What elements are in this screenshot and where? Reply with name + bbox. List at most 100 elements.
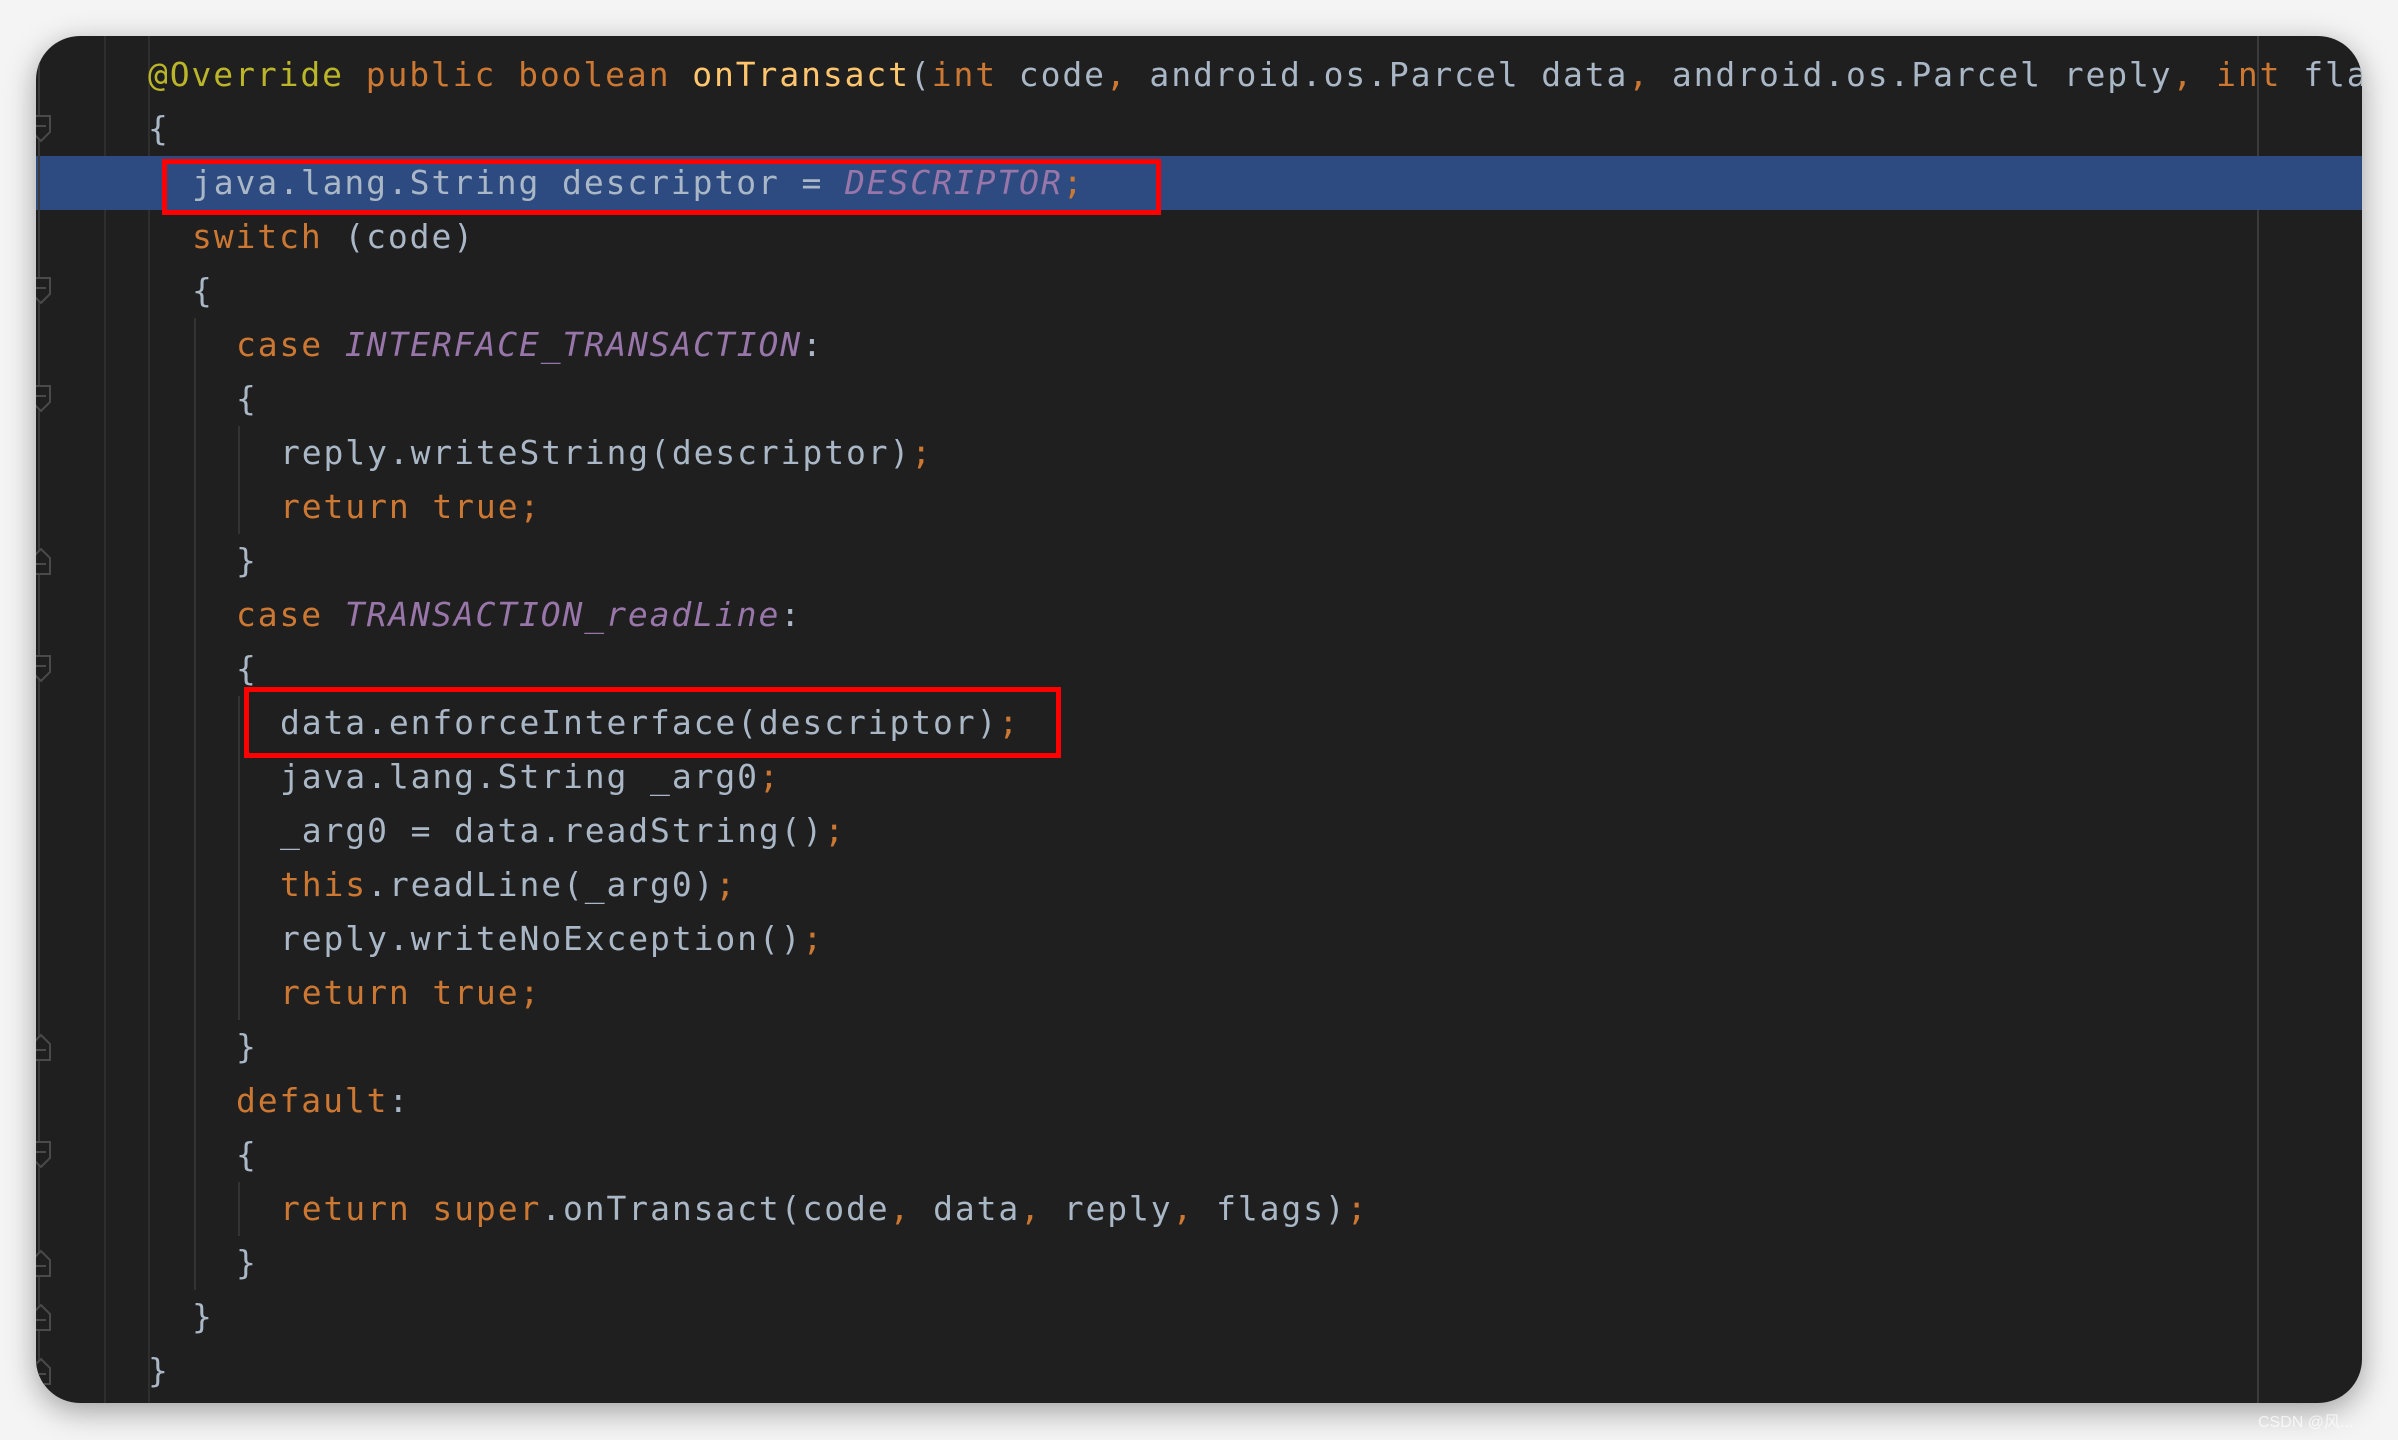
code-token: ; bbox=[824, 811, 846, 850]
fold-collapse-icon[interactable] bbox=[36, 276, 54, 306]
code-line[interactable]: } bbox=[36, 1344, 2362, 1398]
code-token: { bbox=[192, 271, 214, 310]
code-line[interactable]: } bbox=[36, 534, 2362, 588]
fold-end-icon[interactable] bbox=[36, 1302, 54, 1332]
code-text: reply.writeString(descriptor); bbox=[280, 426, 933, 480]
code-token: ; bbox=[1346, 1189, 1369, 1228]
code-text: } bbox=[236, 534, 258, 588]
code-text: return true; bbox=[280, 480, 541, 534]
code-token: android.os.Parcel data bbox=[1127, 55, 1629, 94]
code-line[interactable]: case INTERFACE_TRANSACTION: bbox=[36, 318, 2362, 372]
code-token: data bbox=[911, 1189, 1021, 1228]
code-token: return bbox=[280, 487, 411, 526]
code-token: flags) bbox=[1194, 1189, 1347, 1228]
code-token: : bbox=[388, 1081, 411, 1120]
code-token: return bbox=[280, 1189, 411, 1228]
indent-guide bbox=[194, 642, 196, 696]
code-token: , bbox=[1172, 1189, 1195, 1228]
code-token: } bbox=[192, 1297, 214, 1336]
code-line[interactable]: { bbox=[36, 102, 2362, 156]
code-token: , bbox=[1628, 55, 1651, 94]
code-line[interactable]: java.lang.String _arg0; bbox=[36, 750, 2362, 804]
code-line[interactable]: switch (code) bbox=[36, 210, 2362, 264]
code-line[interactable]: { bbox=[36, 264, 2362, 318]
fold-collapse-icon[interactable] bbox=[36, 654, 54, 684]
code-token: this bbox=[280, 865, 368, 904]
watermark: CSDN @风... bbox=[2258, 1414, 2354, 1431]
code-line[interactable]: { bbox=[36, 1128, 2362, 1182]
code-line[interactable]: default: bbox=[36, 1074, 2362, 1128]
indent-guide bbox=[194, 534, 196, 588]
indent-guide bbox=[194, 1074, 196, 1128]
fold-end-icon[interactable] bbox=[36, 1032, 54, 1062]
indent-guide bbox=[238, 804, 240, 858]
code-line[interactable]: _arg0 = data.readString(); bbox=[36, 804, 2362, 858]
indent-guide bbox=[194, 1236, 196, 1290]
code-line[interactable]: } bbox=[36, 1290, 2362, 1344]
code-token: public bbox=[365, 55, 497, 94]
fold-collapse-icon[interactable] bbox=[36, 384, 54, 414]
code-token: true bbox=[432, 487, 520, 526]
fold-end-icon[interactable] bbox=[36, 1248, 54, 1278]
code-token: ; bbox=[519, 487, 542, 526]
code-text: switch (code) bbox=[192, 210, 475, 264]
code-token: ; bbox=[519, 973, 542, 1012]
code-text: { bbox=[236, 372, 258, 426]
code-editor-window: @Override public boolean onTransact(int … bbox=[36, 36, 2362, 1403]
code-token: android.os.Parcel reply bbox=[1650, 55, 2173, 94]
code-line[interactable]: return super.onTransact(code, data, repl… bbox=[36, 1182, 2362, 1236]
code-line[interactable]: } bbox=[36, 1236, 2362, 1290]
code-line[interactable]: } bbox=[36, 1020, 2362, 1074]
code-token: ( bbox=[909, 55, 932, 94]
code-text: case TRANSACTION_readLine: bbox=[236, 588, 802, 642]
code-line[interactable]: @Override public boolean onTransact(int … bbox=[36, 48, 2362, 102]
code-token: , bbox=[1020, 1189, 1042, 1228]
code-token: TRANSACTION_readLine bbox=[344, 595, 781, 634]
fold-collapse-icon[interactable] bbox=[36, 114, 54, 144]
code-text: { bbox=[236, 1128, 258, 1182]
code-line[interactable]: reply.writeString(descriptor); bbox=[36, 426, 2362, 480]
fold-end-icon[interactable] bbox=[36, 546, 54, 576]
code-token: .onTransact(code bbox=[541, 1189, 890, 1228]
code-token: return bbox=[280, 973, 411, 1012]
code-token: : bbox=[801, 325, 824, 364]
indent-guide bbox=[194, 1020, 196, 1074]
code-token: reply.writeString(descriptor) bbox=[280, 433, 912, 472]
fold-collapse-icon[interactable] bbox=[36, 1140, 54, 1170]
code-line[interactable]: this.readLine(_arg0); bbox=[36, 858, 2362, 912]
code-text: { bbox=[192, 264, 214, 318]
indent-guide bbox=[194, 318, 196, 372]
code-line[interactable]: case TRANSACTION_readLine: bbox=[36, 588, 2362, 642]
code-line[interactable]: return true; bbox=[36, 480, 2362, 534]
indent-guide bbox=[238, 426, 240, 480]
code-token: case bbox=[236, 325, 324, 364]
code-token: java.lang.String _arg0 bbox=[280, 757, 759, 796]
code-token: .readLine(_arg0) bbox=[367, 865, 716, 904]
code-token: ; bbox=[802, 919, 825, 958]
code-token: } bbox=[236, 1027, 258, 1066]
code-token: { bbox=[148, 109, 170, 148]
indent-guide bbox=[194, 696, 196, 750]
indent-guide bbox=[194, 912, 196, 966]
code-token: true bbox=[432, 973, 520, 1012]
code-line[interactable]: { bbox=[36, 372, 2362, 426]
code-text: } bbox=[236, 1020, 258, 1074]
indent-guide bbox=[238, 966, 240, 1020]
code-token: flags) bbox=[2303, 55, 2362, 94]
code-line[interactable]: reply.writeNoException(); bbox=[36, 912, 2362, 966]
fold-end-icon[interactable] bbox=[36, 1356, 54, 1386]
code-token: reply bbox=[1041, 1189, 1173, 1228]
code-token: INTERFACE_TRANSACTION bbox=[344, 325, 802, 364]
code-token: int bbox=[2216, 55, 2282, 94]
code-line[interactable]: return true; bbox=[36, 966, 2362, 1020]
code-token: ; bbox=[715, 865, 738, 904]
indent-guide bbox=[238, 858, 240, 912]
code-text: this.readLine(_arg0); bbox=[280, 858, 737, 912]
